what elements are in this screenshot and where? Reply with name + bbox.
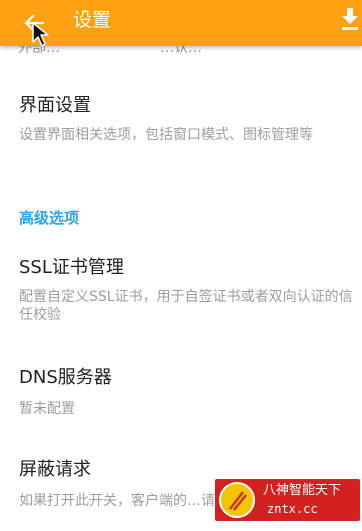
- pref-interface-settings[interactable]: 界面设置 设置界面相关选项，包括窗口模式、图标管理等: [0, 92, 362, 170]
- pref-title: SSL证书管理: [19, 257, 124, 278]
- mouse-cursor: [32, 22, 52, 52]
- page-title: 设置: [73, 9, 112, 31]
- watermark-domain: zntx.cc: [267, 502, 318, 516]
- download-icon: [341, 8, 359, 34]
- pref-summary: 设置界面相关选项，包括窗口模式、图标管理等: [19, 127, 313, 143]
- watermark-logo-icon: [219, 482, 255, 518]
- watermark: 八神智能天下 zntx.cc: [215, 479, 360, 521]
- pref-title: 屏蔽请求: [19, 459, 91, 480]
- pref-summary: 配置自定义SSL证书，用于自签证书或者双向认证的信任校验: [19, 289, 353, 323]
- app-bar: 设置: [0, 0, 362, 46]
- pref-ssl-cert-management[interactable]: SSL证书管理 配置自定义SSL证书，用于自签证书或者双向认证的信任校验: [0, 252, 362, 332]
- pref-title: DNS服务器: [19, 367, 112, 388]
- pref-summary: 暂未配置: [19, 401, 75, 417]
- category-advanced-options: 高级选项: [19, 209, 80, 227]
- pref-title: 界面设置: [19, 95, 91, 116]
- watermark-name: 八神智能天下: [263, 483, 342, 498]
- pref-dns-server[interactable]: DNS服务器 暂未配置: [0, 364, 362, 424]
- download-button[interactable]: [338, 8, 362, 34]
